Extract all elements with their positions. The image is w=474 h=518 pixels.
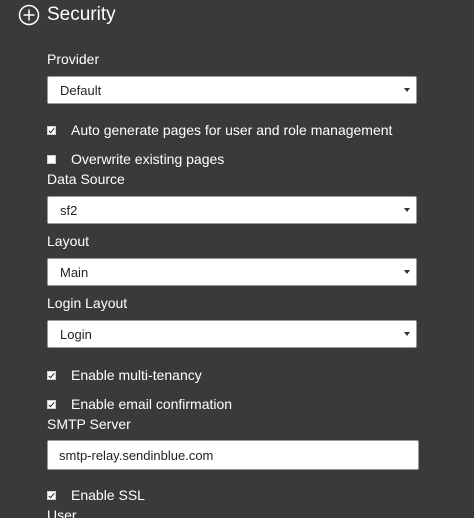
overwrite-pages-label: Overwrite existing pages bbox=[71, 151, 225, 167]
layout-label: Layout bbox=[47, 233, 90, 249]
multi-tenancy-label: Enable multi-tenancy bbox=[71, 367, 202, 383]
dropdown-caret-icon bbox=[404, 208, 410, 212]
dropdown-caret-icon bbox=[404, 88, 410, 92]
security-panel: Security Provider Default Auto generate … bbox=[0, 0, 474, 518]
overwrite-pages-checkbox[interactable] bbox=[47, 154, 56, 164]
data-source-select-value: sf2 bbox=[60, 202, 78, 218]
enable-ssl-checkbox[interactable] bbox=[47, 490, 56, 500]
security-section-header[interactable]: Security bbox=[18, 2, 116, 28]
plus-circle-icon[interactable] bbox=[18, 4, 40, 26]
email-confirmation-option[interactable]: Enable email confirmation bbox=[47, 396, 232, 412]
data-source-select[interactable]: sf2 bbox=[47, 196, 417, 224]
multi-tenancy-checkbox[interactable] bbox=[47, 370, 56, 380]
dropdown-caret-icon bbox=[404, 270, 410, 274]
multi-tenancy-option[interactable]: Enable multi-tenancy bbox=[47, 367, 202, 383]
provider-label: Provider bbox=[47, 51, 100, 67]
enable-ssl-option[interactable]: Enable SSL bbox=[47, 487, 145, 503]
login-layout-select[interactable]: Login bbox=[47, 320, 417, 348]
login-layout-select-value: Login bbox=[60, 326, 92, 342]
section-title: Security bbox=[47, 4, 116, 25]
login-layout-label: Login Layout bbox=[47, 295, 128, 311]
provider-select-value: Default bbox=[60, 82, 102, 98]
layout-select[interactable]: Main bbox=[47, 258, 417, 286]
smtp-server-label: SMTP Server bbox=[47, 416, 131, 432]
email-confirmation-label: Enable email confirmation bbox=[71, 396, 233, 412]
user-label: User bbox=[47, 507, 77, 518]
email-confirmation-checkbox[interactable] bbox=[47, 399, 56, 409]
overwrite-pages-option[interactable]: Overwrite existing pages bbox=[47, 151, 224, 167]
data-source-label: Data Source bbox=[47, 171, 125, 187]
dropdown-caret-icon bbox=[404, 332, 410, 336]
layout-select-value: Main bbox=[60, 264, 89, 280]
auto-generate-pages-checkbox[interactable] bbox=[47, 125, 56, 135]
auto-generate-pages-option[interactable]: Auto generate pages for user and role ma… bbox=[47, 122, 392, 138]
auto-generate-pages-label: Auto generate pages for user and role ma… bbox=[71, 122, 393, 138]
smtp-server-input[interactable] bbox=[47, 440, 419, 470]
enable-ssl-label: Enable SSL bbox=[71, 487, 145, 503]
provider-select[interactable]: Default bbox=[47, 76, 417, 104]
